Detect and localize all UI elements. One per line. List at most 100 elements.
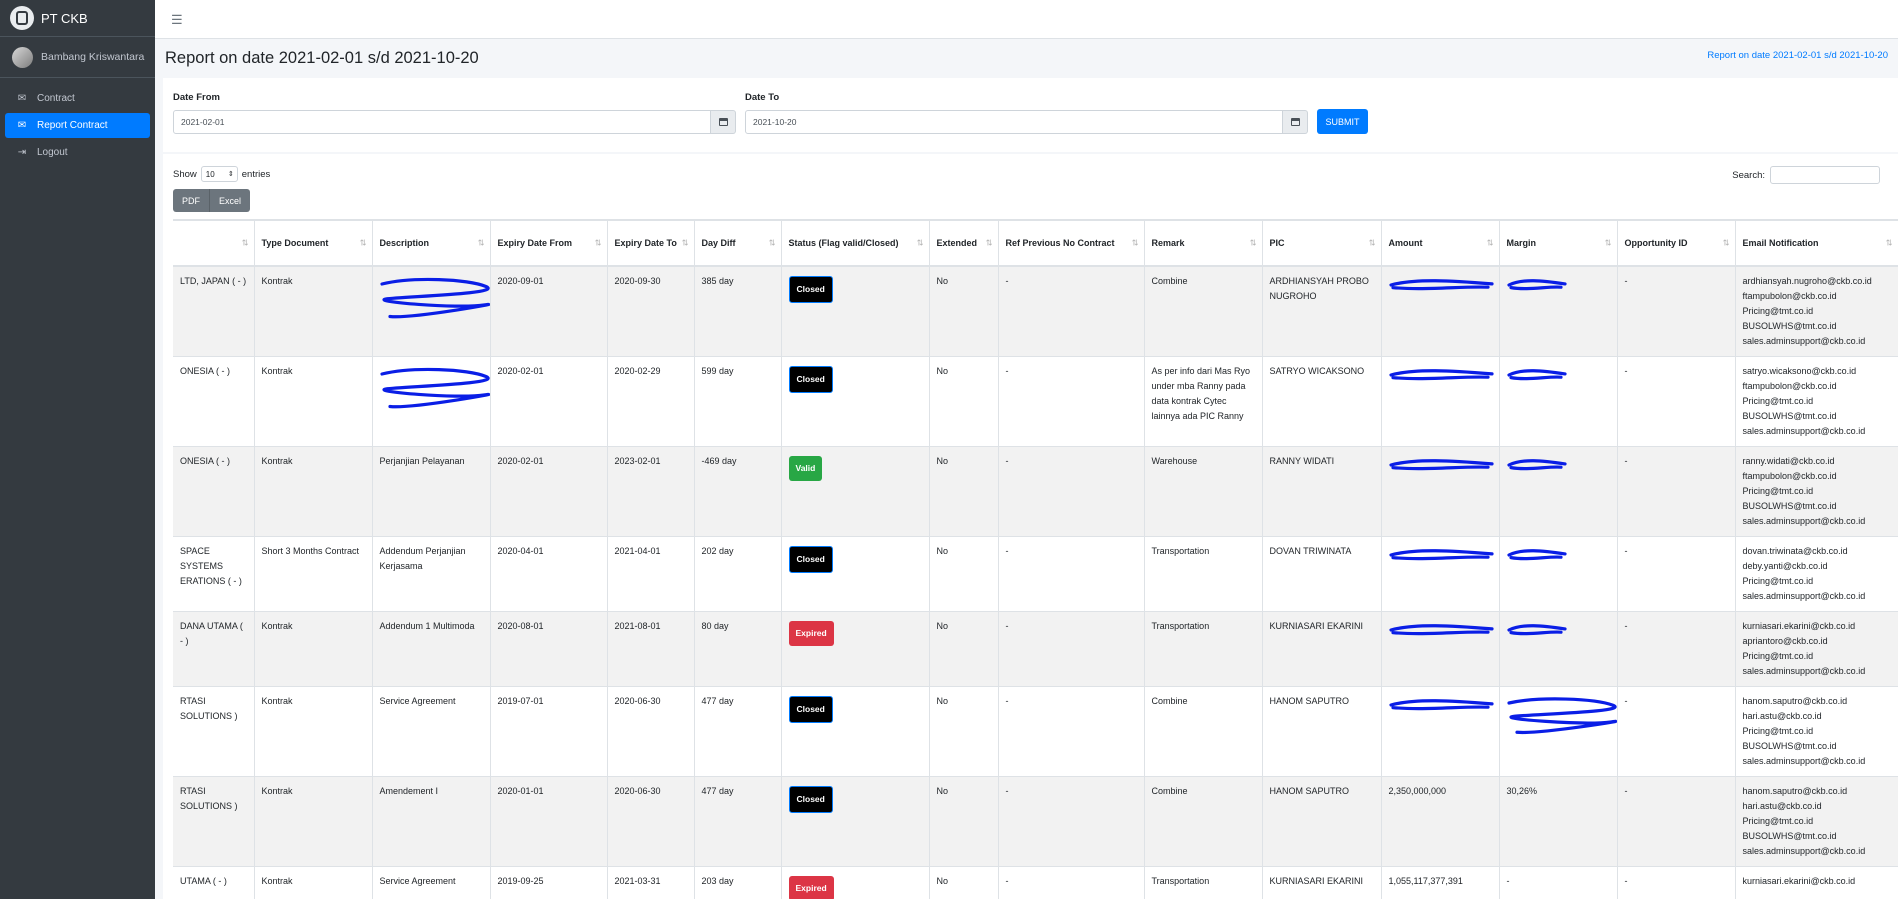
col-header-description[interactable]: Description ⇅ (372, 219, 491, 267)
expiry-to-cell: 2021-03-31 (607, 866, 695, 899)
search-input[interactable] (1770, 166, 1880, 184)
brand[interactable]: PT CKB (0, 0, 155, 37)
company-text: ONESIA ( - ) (180, 456, 231, 466)
description-cell: Amendement I (372, 776, 491, 867)
expiry-from-cell: 2019-09-25 (490, 866, 608, 899)
company-cell: RTASI SOLUTIONS ) (173, 686, 255, 777)
breadcrumb[interactable]: Report on date 2021-02-01 s/d 2021-10-20 (1707, 50, 1888, 61)
calendar-icon[interactable] (711, 110, 736, 134)
expiry-from-cell: 2020-09-01 (490, 266, 608, 357)
table-row[interactable]: ONESIA ( - ) Kontrak Perjanjian Pelayanan 2… (173, 446, 1898, 537)
ref-text: - (1005, 621, 1009, 631)
remark-cell: Combine (1144, 686, 1263, 777)
status-badge: Closed (788, 786, 833, 813)
day-diff-cell: 385 day (694, 266, 782, 357)
sort-icon: ⇅ (916, 238, 924, 248)
pic-cell: HANOM SAPUTRO (1262, 686, 1382, 777)
col-header-extended[interactable]: Extended ⇅ (929, 219, 999, 267)
entries-value: 10 (205, 169, 215, 179)
calendar-icon[interactable] (1283, 110, 1308, 134)
expiry-to-cell: 2020-06-30 (607, 686, 695, 777)
company-cell: UTAMA ( - ) (173, 866, 255, 899)
entries-select[interactable]: 10 ⇕ (200, 166, 238, 182)
col-header-day-diff[interactable]: Day Diff ⇅ (694, 219, 782, 267)
col-header-pic[interactable]: PIC ⇅ (1262, 219, 1382, 267)
col-header-expiry-to[interactable]: Expiry Date To ⇅ (607, 219, 695, 267)
sidebar-item-report-contract[interactable]: ✉ Report Contract (5, 113, 150, 138)
type-cell: Kontrak (254, 446, 373, 537)
table-row[interactable]: DANA UTAMA ( - ) Kontrak Addendum 1 Multim… (173, 611, 1898, 687)
table-row[interactable]: SPACE SYSTEMS ERATIONS ( - ) Short 3 Mont… (173, 536, 1898, 612)
day-diff-cell: 599 day (694, 356, 782, 447)
description-text: Service Agreement (379, 876, 456, 886)
sidebar-item-label: Logout (37, 147, 68, 158)
date-from-input[interactable]: 2021-02-01 (173, 110, 711, 134)
col-header-ref[interactable]: Ref Previous No Contract ⇅ (998, 219, 1145, 267)
amount-cell (1381, 356, 1500, 447)
opportunity-cell: - (1617, 611, 1736, 687)
table-row[interactable]: ONESIA ( - ) Kontrak 2020-02-01 2020-02-29 5… (173, 356, 1898, 447)
pic-cell: KURNIASARI EKARINI (1262, 866, 1382, 899)
pdf-button[interactable]: PDF (173, 189, 209, 212)
table-row[interactable]: LTD, JAPAN ( - ) Kontrak 2020-09-01 2020-09… (173, 266, 1898, 357)
submit-button[interactable]: SUBMIT (1317, 109, 1368, 134)
opportunity-text: - (1624, 696, 1628, 706)
sidebar-item-logout[interactable]: ⇥ Logout (5, 140, 150, 165)
status-cell: Closed (781, 356, 930, 447)
sort-icon: ⇅ (681, 238, 689, 248)
remark-cell: Warehouse (1144, 446, 1263, 537)
pic-cell: ARDHIANSYAH PROBO NUGROHO (1262, 266, 1382, 357)
envelope-icon: ✉ (17, 120, 27, 131)
extended-text: No (936, 786, 949, 796)
email-list: ardhiansyah.nugroho@ckb.co.id ftampubolo… (1742, 276, 1872, 346)
table-row[interactable]: UTAMA ( - ) Kontrak Service Agreement 2019-… (173, 866, 1898, 899)
ref-text: - (1005, 276, 1009, 286)
opportunity-text: - (1624, 366, 1628, 376)
col-header-type-document[interactable]: Type Document ⇅ (254, 219, 373, 267)
table-row[interactable]: RTASI SOLUTIONS ) Kontrak Amendement I 2020… (173, 776, 1898, 867)
sort-icon: ⇅ (1249, 238, 1257, 248)
menu-toggle-icon[interactable]: ☰ (171, 12, 183, 28)
date-to-input[interactable]: 2021-10-20 (745, 110, 1283, 134)
col-header-status[interactable]: Status (Flag valid/Closed) ⇅ (781, 219, 930, 267)
table-body: LTD, JAPAN ( - ) Kontrak 2020-09-01 2020-09… (173, 266, 1898, 899)
ref-cell: - (998, 536, 1145, 612)
redaction-scribble (1506, 279, 1567, 291)
day-diff-text: 477 day (701, 786, 734, 796)
col-header-remark[interactable]: Remark ⇅ (1144, 219, 1263, 267)
extended-text: No (936, 366, 949, 376)
redaction-scribble (1388, 549, 1494, 561)
expiry-to-text: 2020-06-30 (614, 786, 661, 796)
col-header-company[interactable]: ⇅ (173, 219, 255, 267)
expiry-to-text: 2023-02-01 (614, 456, 661, 466)
avatar (12, 46, 33, 68)
opportunity-cell: - (1617, 866, 1736, 899)
day-diff-cell: 477 day (694, 776, 782, 867)
ref-cell: - (998, 776, 1145, 867)
pic-cell: KURNIASARI EKARINI (1262, 611, 1382, 687)
pic-cell: DOVAN TRIWINATA (1262, 536, 1382, 612)
company-cell: SPACE SYSTEMS ERATIONS ( - ) (173, 536, 255, 612)
user-panel[interactable]: Bambang Kriswantara (0, 37, 155, 78)
col-header-opportunity-id[interactable]: Opportunity ID ⇅ (1617, 219, 1736, 267)
description-text: Service Agreement (379, 696, 456, 706)
sign-out-icon: ⇥ (17, 147, 27, 158)
margin-cell (1499, 446, 1618, 537)
col-header-margin[interactable]: Margin ⇅ (1499, 219, 1618, 267)
page-title: Report on date 2021-02-01 s/d 2021-10-20 (165, 49, 479, 67)
status-badge: Closed (788, 276, 833, 303)
email-cell: dovan.triwinata@ckb.co.id deby.yanti@ckb… (1735, 536, 1898, 612)
excel-button[interactable]: Excel (209, 189, 250, 212)
col-header-email-notification[interactable]: Email Notification ⇅ (1735, 219, 1898, 267)
expiry-from-cell: 2020-01-01 (490, 776, 608, 867)
extended-text: No (936, 696, 949, 706)
col-header-amount[interactable]: Amount ⇅ (1381, 219, 1500, 267)
expiry-from-cell: 2020-02-01 (490, 446, 608, 537)
status-cell: Expired (781, 611, 930, 687)
table-row[interactable]: RTASI SOLUTIONS ) Kontrak Service Agreemen… (173, 686, 1898, 777)
ref-text: - (1005, 696, 1009, 706)
description-text: Addendum Perjanjian Kerjasama (379, 546, 466, 571)
sidebar-item-contract[interactable]: ✉ Contract (5, 86, 150, 111)
col-header-expiry-from[interactable]: Expiry Date From ⇅ (490, 219, 608, 267)
sidebar-nav: ✉ Contract ✉ Report Contract ⇥ Logout (0, 78, 155, 165)
